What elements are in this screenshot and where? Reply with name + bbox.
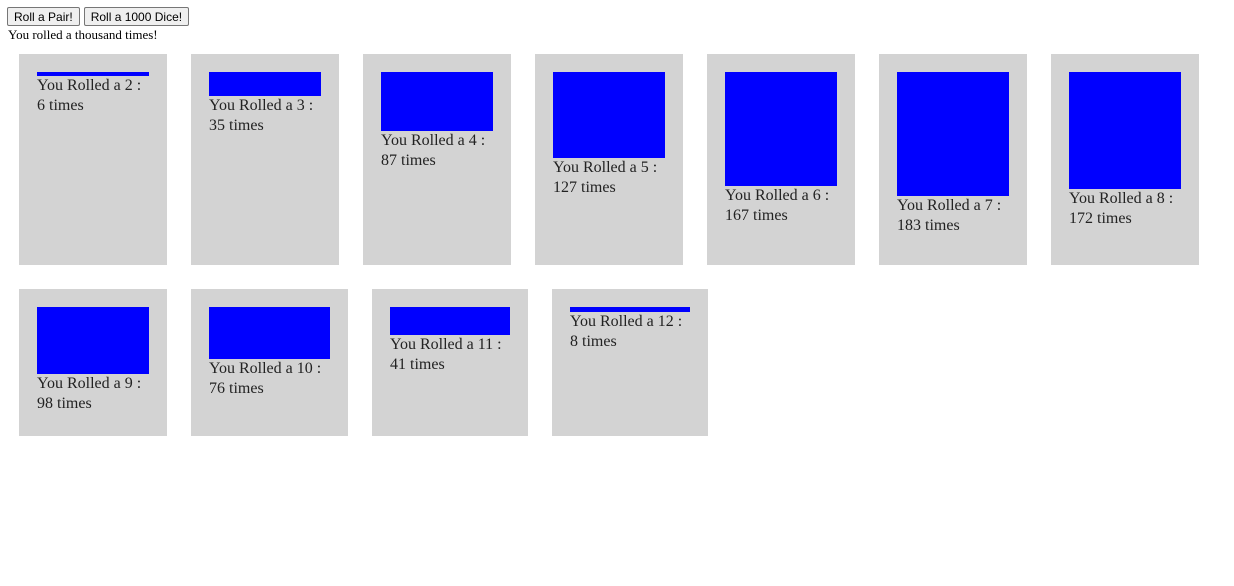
result-label-6: You Rolled a 6 : [725,187,830,204]
result-card-8: You Rolled a 8 : 172 times [1051,54,1199,265]
toolbar: Roll a Pair! Roll a 1000 Dice! [7,7,190,26]
result-label-4: You Rolled a 4 : [381,132,486,149]
result-count-2: 6 times [37,97,84,114]
result-count-5: 127 times [553,179,616,196]
result-bar-4 [381,72,493,131]
result-card-12: You Rolled a 12 : 8 times [552,289,708,436]
result-count-11: 41 times [390,356,445,373]
result-card-3: You Rolled a 3 : 35 times [191,54,339,265]
result-count-3: 35 times [209,117,264,134]
status-text: You rolled a thousand times! [8,27,158,42]
result-label-8: You Rolled a 8 : [1069,190,1174,207]
result-card-9: You Rolled a 9 : 98 times [19,289,167,436]
result-label-10: You Rolled a 10 : [209,360,322,377]
result-bar-6 [725,72,837,186]
result-label-12: You Rolled a 12 : [570,313,683,330]
result-bar-9 [37,307,149,374]
result-label-7: You Rolled a 7 : [897,197,1002,214]
result-card-10: You Rolled a 10 : 76 times [191,289,348,436]
result-count-9: 98 times [37,395,92,412]
result-card-11: You Rolled a 11 : 41 times [372,289,528,436]
result-card-7: You Rolled a 7 : 183 times [879,54,1027,265]
result-card-5: You Rolled a 5 : 127 times [535,54,683,265]
result-bar-7 [897,72,1009,196]
result-label-11: You Rolled a 11 : [390,336,502,353]
result-card-2: You Rolled a 2 : 6 times [19,54,167,265]
result-count-12: 8 times [570,333,617,350]
result-bar-8 [1069,72,1181,189]
result-bar-11 [390,307,510,335]
result-count-6: 167 times [725,207,788,224]
result-card-4: You Rolled a 4 : 87 times [363,54,511,265]
roll-1000-dice-button[interactable]: Roll a 1000 Dice! [83,7,190,26]
result-label-2: You Rolled a 2 : [37,77,142,94]
result-label-3: You Rolled a 3 : [209,97,314,114]
result-count-4: 87 times [381,152,436,169]
result-label-9: You Rolled a 9 : [37,375,142,392]
result-count-10: 76 times [209,380,264,397]
result-card-6: You Rolled a 6 : 167 times [707,54,855,265]
roll-pair-button[interactable]: Roll a Pair! [7,7,80,26]
result-bar-10 [209,307,330,359]
result-count-7: 183 times [897,217,960,234]
result-bar-3 [209,72,321,96]
result-bar-5 [553,72,665,158]
result-count-8: 172 times [1069,210,1132,227]
result-label-5: You Rolled a 5 : [553,159,658,176]
